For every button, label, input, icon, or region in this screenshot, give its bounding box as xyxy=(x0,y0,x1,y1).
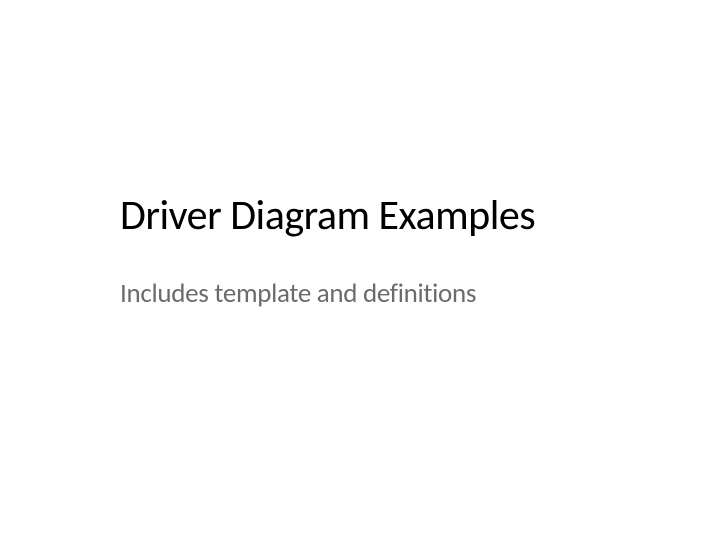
slide-title: Driver Diagram Examples xyxy=(120,190,535,241)
slide-subtitle: Includes template and definitions xyxy=(120,277,476,310)
